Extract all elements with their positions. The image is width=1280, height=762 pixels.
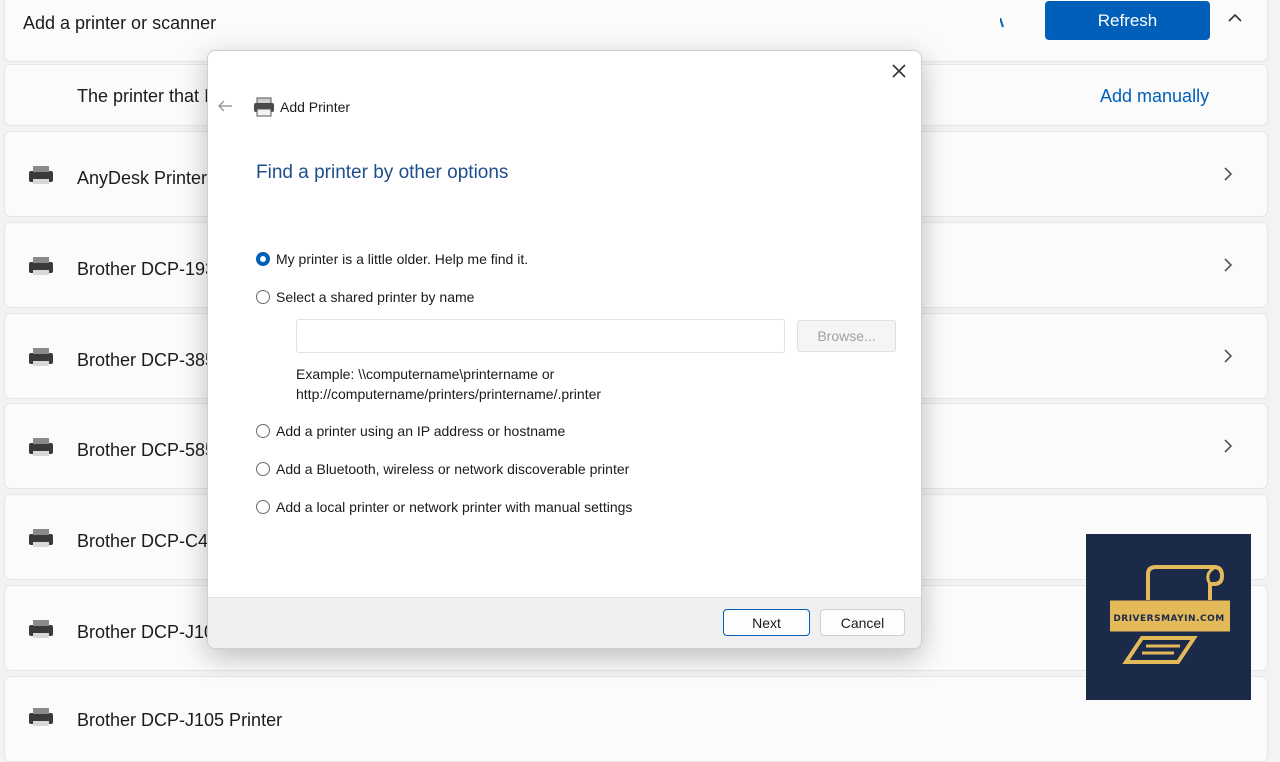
cancel-button[interactable]: Cancel bbox=[820, 609, 905, 636]
loading-spinner-icon bbox=[1000, 18, 1004, 28]
option-label: Select a shared printer by name bbox=[276, 289, 475, 305]
printer-name: Brother DCP-C42 bbox=[77, 531, 219, 551]
add-manually-link[interactable]: Add manually bbox=[1100, 86, 1209, 107]
option-bluetooth-wireless[interactable]: Add a Bluetooth, wireless or network dis… bbox=[256, 461, 629, 477]
dialog-title: Add Printer bbox=[280, 99, 351, 115]
radio-button[interactable] bbox=[256, 424, 270, 438]
dialog-heading: Find a printer by other options bbox=[256, 162, 509, 183]
back-arrow-icon[interactable] bbox=[216, 99, 234, 113]
radio-button[interactable] bbox=[256, 252, 270, 266]
radio-button[interactable] bbox=[256, 290, 270, 304]
option-label: Add a Bluetooth, wireless or network dis… bbox=[276, 461, 630, 477]
browse-button[interactable]: Browse... bbox=[797, 320, 896, 352]
radio-button[interactable] bbox=[256, 462, 270, 476]
dialog-footer: Next Cancel bbox=[208, 597, 921, 648]
printer-icon bbox=[29, 166, 53, 184]
chevron-right-icon bbox=[1224, 349, 1233, 363]
example-line: http://computername/printers/printername… bbox=[296, 386, 602, 402]
chevron-right-icon bbox=[1224, 258, 1233, 272]
option-label: Add a printer using an IP address or hos… bbox=[276, 423, 566, 439]
option-older-printer[interactable]: My printer is a little older. Help me fi… bbox=[256, 251, 528, 267]
chevron-up-icon[interactable] bbox=[1227, 12, 1243, 24]
next-button[interactable]: Next bbox=[723, 609, 810, 636]
printer-icon bbox=[29, 438, 53, 456]
close-icon[interactable] bbox=[889, 61, 909, 81]
printer-name: Brother DCP-J10 bbox=[77, 622, 215, 642]
radio-button[interactable] bbox=[256, 500, 270, 514]
printer-icon bbox=[254, 97, 274, 117]
printer-name: Brother DCP-193 bbox=[77, 259, 216, 279]
chevron-right-icon bbox=[1224, 439, 1233, 453]
printer-name: AnyDesk Printer bbox=[77, 168, 208, 188]
printer-row[interactable]: Brother DCP-J105 Printer bbox=[4, 676, 1268, 762]
printer-icon bbox=[29, 257, 53, 275]
add-printer-dialog: Add Printer Find a printer by other opti… bbox=[207, 50, 922, 649]
printer-name: Brother DCP-585 bbox=[77, 440, 216, 460]
option-shared-printer[interactable]: Select a shared printer by name bbox=[256, 289, 474, 305]
printer-icon bbox=[29, 348, 53, 366]
option-label: Add a local printer or network printer w… bbox=[276, 499, 633, 515]
printer-icon bbox=[29, 620, 53, 638]
section-title: Add a printer or scanner bbox=[23, 13, 217, 33]
chevron-right-icon bbox=[1224, 167, 1233, 181]
option-local-printer[interactable]: Add a local printer or network printer w… bbox=[256, 499, 632, 515]
printer-icon bbox=[29, 708, 53, 726]
example-line: Example: \\computername\printername or bbox=[296, 366, 555, 382]
shared-printer-name-input[interactable] bbox=[296, 319, 785, 353]
printer-name: Brother DCP-385 bbox=[77, 350, 216, 370]
option-label: My printer is a little older. Help me fi… bbox=[276, 251, 529, 267]
option-ip-address[interactable]: Add a printer using an IP address or hos… bbox=[256, 423, 565, 439]
refresh-button[interactable]: Refresh bbox=[1045, 1, 1210, 40]
printer-name: Brother DCP-J105 Printer bbox=[77, 710, 283, 730]
missing-printer-text: The printer that I bbox=[77, 86, 210, 106]
printer-icon bbox=[29, 529, 53, 547]
watermark-text: DRIVERSMAYIN.COM bbox=[1113, 614, 1225, 624]
watermark-logo: DRIVERSMAYIN.COM bbox=[1086, 534, 1251, 700]
example-text: Example: \\computername\printername or h… bbox=[296, 364, 601, 404]
